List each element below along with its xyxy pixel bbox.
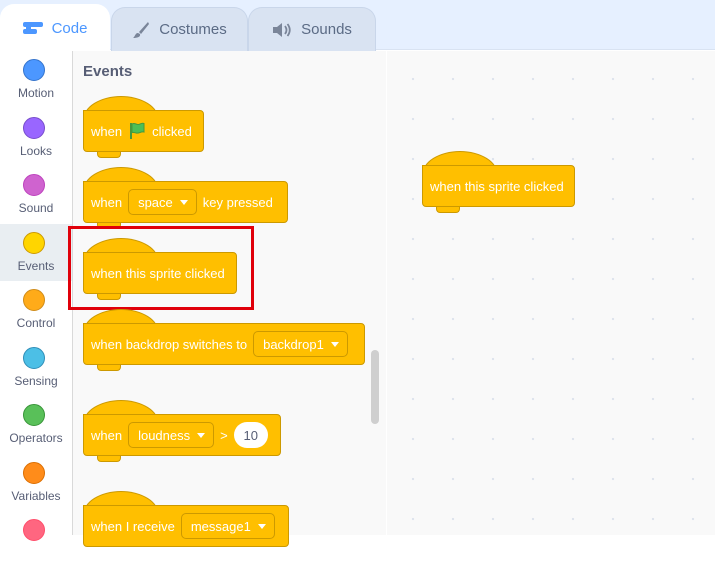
block-text: key pressed xyxy=(202,194,273,210)
category-control[interactable]: Control xyxy=(0,281,72,338)
palette-section-title: Events xyxy=(83,63,133,80)
category-events[interactable]: Events xyxy=(0,224,72,281)
category-label: Looks xyxy=(19,144,53,158)
editor-tab-bar: Code Costumes Sounds xyxy=(0,0,715,51)
tab-costumes[interactable]: Costumes xyxy=(111,7,248,51)
sensor-dropdown[interactable]: loudness xyxy=(128,422,215,448)
chevron-down-icon xyxy=(330,341,339,347)
block-body: when loudness > 10 xyxy=(83,414,281,456)
looks-color-dot xyxy=(23,117,45,139)
block-text: when this sprite clicked xyxy=(430,178,564,194)
tab-code[interactable]: Code xyxy=(0,4,110,51)
block-text: when xyxy=(91,427,123,443)
operator-symbol: > xyxy=(220,427,228,443)
category-label: Variables xyxy=(11,489,61,503)
script-workspace[interactable] xyxy=(387,51,715,535)
backdrop-dropdown-value: backdrop1 xyxy=(263,336,324,352)
hat-notch xyxy=(97,152,121,158)
chevron-down-icon xyxy=(257,523,266,529)
category-my-blocks[interactable] xyxy=(0,511,72,568)
tab-costumes-label: Costumes xyxy=(159,21,227,38)
threshold-input[interactable]: 10 xyxy=(233,422,268,448)
chevron-down-icon xyxy=(197,432,206,438)
category-label: Control xyxy=(16,316,56,330)
sensing-color-dot xyxy=(23,347,45,369)
hat-notch xyxy=(436,207,460,213)
hat-notch xyxy=(97,456,121,462)
category-sound[interactable]: Sound xyxy=(0,166,72,223)
category-label: Sensing xyxy=(14,374,58,388)
variables-color-dot xyxy=(23,462,45,484)
block-body: when space key pressed xyxy=(83,181,288,223)
operators-color-dot xyxy=(23,404,45,426)
message-dropdown[interactable]: message1 xyxy=(180,513,275,539)
green-flag-icon xyxy=(128,122,146,140)
category-label: Motion xyxy=(17,86,55,100)
block-body: when this sprite clicked xyxy=(422,165,575,207)
block-text: when I receive xyxy=(91,518,175,534)
block-text: when xyxy=(91,194,123,210)
backdrop-dropdown[interactable]: backdrop1 xyxy=(253,331,348,357)
key-dropdown[interactable]: space xyxy=(128,189,197,215)
category-variables[interactable]: Variables xyxy=(0,454,72,511)
sensor-dropdown-value: loudness xyxy=(138,427,191,443)
chevron-down-icon xyxy=(179,199,188,205)
tab-code-label: Code xyxy=(51,19,88,37)
tab-sounds[interactable]: Sounds xyxy=(248,7,376,51)
category-looks[interactable]: Looks xyxy=(0,109,72,166)
block-body: when backdrop switches to backdrop1 xyxy=(83,323,365,365)
events-color-dot xyxy=(23,232,45,254)
motion-color-dot xyxy=(23,59,45,81)
hat-notch xyxy=(97,365,121,371)
block-text: clicked xyxy=(152,123,192,139)
my-blocks-color-dot xyxy=(23,519,45,541)
message-dropdown-value: message1 xyxy=(190,518,251,534)
speaker-icon xyxy=(272,22,292,38)
category-sensing[interactable]: Sensing xyxy=(0,339,72,396)
category-label: Sound xyxy=(18,201,54,215)
category-menu: Motion Looks Sound Events Control Sensin… xyxy=(0,51,73,541)
block-body: when clicked xyxy=(83,110,204,152)
control-color-dot xyxy=(23,289,45,311)
sound-color-dot xyxy=(23,174,45,196)
brush-icon xyxy=(132,21,150,39)
category-operators[interactable]: Operators xyxy=(0,396,72,453)
category-motion[interactable]: Motion xyxy=(0,51,72,108)
highlight-box xyxy=(68,226,254,310)
block-body: when I receive message1 xyxy=(83,505,289,547)
block-text: when xyxy=(91,123,123,139)
tab-sounds-label: Sounds xyxy=(301,21,352,38)
category-label: Operators xyxy=(9,431,63,445)
key-dropdown-value: space xyxy=(138,194,173,210)
code-icon xyxy=(22,21,43,35)
palette-scrollbar[interactable] xyxy=(371,350,379,424)
block-text: when backdrop switches to xyxy=(91,336,248,352)
category-label: Events xyxy=(17,259,55,273)
